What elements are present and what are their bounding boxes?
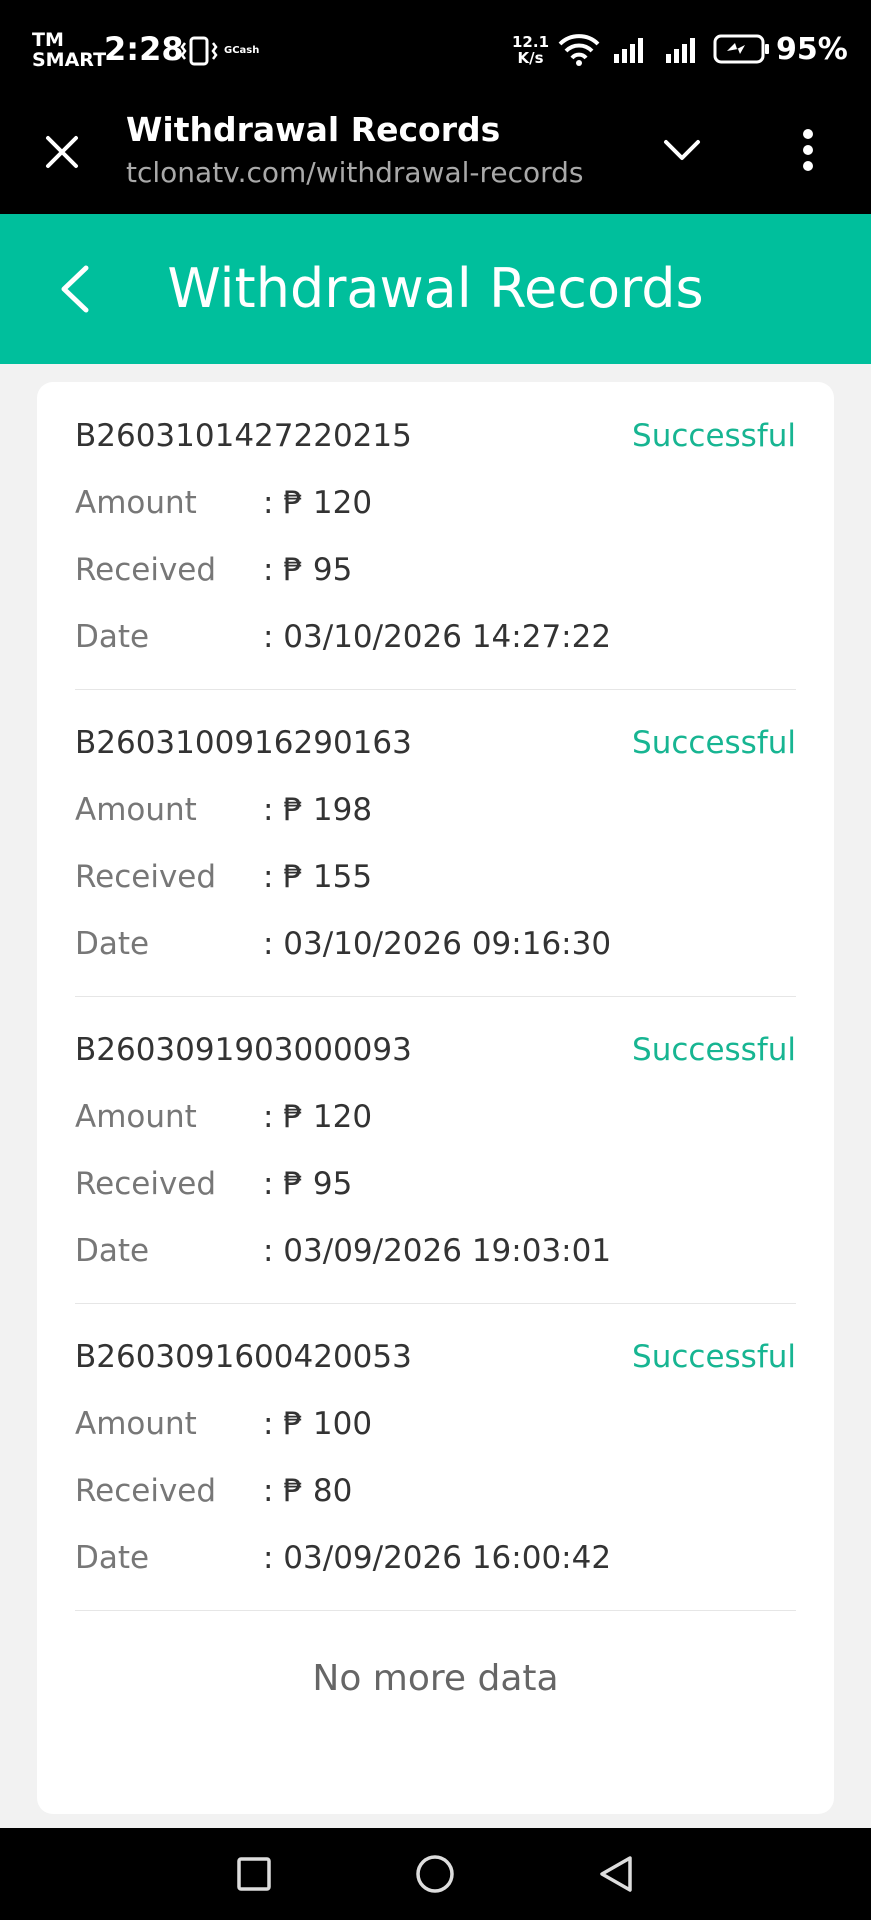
received-label: Received xyxy=(75,1166,217,1202)
chevron-down-icon[interactable] xyxy=(662,136,702,164)
record-id: B2603091903000093 xyxy=(75,1032,412,1068)
record-item: B2603100916290163 Successful Amount : ₱ … xyxy=(75,689,796,997)
close-icon[interactable] xyxy=(44,134,80,170)
amount-value: : ₱ 120 xyxy=(263,1099,373,1135)
record-status: Successful xyxy=(632,1339,796,1375)
carrier-line-1: TM xyxy=(32,29,64,51)
record-item: B2603091600420053 Successful Amount : ₱ … xyxy=(75,1303,796,1611)
square-icon[interactable] xyxy=(236,1856,272,1892)
received-label: Received xyxy=(75,859,217,895)
date-value: : 03/10/2026 09:16:30 xyxy=(263,926,612,962)
date-label: Date xyxy=(75,926,150,962)
date-label: Date xyxy=(75,619,150,655)
network-speed: 12.1 K/s xyxy=(512,34,549,66)
status-bar: TM SMART 2:28 GCash 12.1 K/s 95% xyxy=(0,0,871,100)
status-time: 2:28 xyxy=(104,30,184,68)
page-title: Withdrawal Records xyxy=(167,257,704,320)
record-status: Successful xyxy=(632,418,796,454)
record-status: Successful xyxy=(632,1032,796,1068)
received-value: : ₱ 95 xyxy=(263,552,353,588)
amount-value: : ₱ 120 xyxy=(263,485,373,521)
vibrate-icon xyxy=(180,36,218,66)
signal-icon xyxy=(666,38,695,63)
received-value: : ₱ 95 xyxy=(263,1166,353,1202)
record-item: B2603101427220215 Successful Amount : ₱ … xyxy=(75,382,796,690)
system-nav-bar xyxy=(0,1828,871,1920)
battery-level: 95% xyxy=(776,32,848,67)
date-value: : 03/10/2026 14:27:22 xyxy=(263,619,612,655)
amount-label: Amount xyxy=(75,792,197,828)
amount-value: : ₱ 100 xyxy=(263,1406,373,1442)
record-status: Successful xyxy=(632,725,796,761)
amount-label: Amount xyxy=(75,485,197,521)
wifi-icon xyxy=(558,34,600,66)
received-label: Received xyxy=(75,552,217,588)
received-value: : ₱ 80 xyxy=(263,1473,353,1509)
carrier-label: TM SMART xyxy=(32,30,106,70)
received-label: Received xyxy=(75,1473,217,1509)
no-more-data-text: No more data xyxy=(312,1658,559,1699)
records-card: B2603101427220215 Successful Amount : ₱ … xyxy=(37,382,834,1814)
received-value: : ₱ 155 xyxy=(263,859,373,895)
carrier-line-2: SMART xyxy=(32,49,107,71)
record-id: B2603091600420053 xyxy=(75,1339,412,1375)
battery-charging-icon xyxy=(713,34,769,64)
browser-url[interactable]: tclonatv.com/withdrawal-records xyxy=(126,156,584,189)
network-speed-unit: K/s xyxy=(517,49,544,67)
gcash-notification: GCash xyxy=(224,45,260,56)
app-header: Withdrawal Records xyxy=(0,214,871,364)
date-label: Date xyxy=(75,1540,150,1576)
signal-icon xyxy=(614,38,643,63)
amount-label: Amount xyxy=(75,1406,197,1442)
amount-label: Amount xyxy=(75,1099,197,1135)
record-id: B2603100916290163 xyxy=(75,725,412,761)
triangle-back-icon[interactable] xyxy=(598,1854,634,1894)
browser-toolbar: Withdrawal Records tclonatv.com/withdraw… xyxy=(0,100,871,214)
date-value: : 03/09/2026 19:03:01 xyxy=(263,1233,612,1269)
record-id: B2603101427220215 xyxy=(75,418,412,454)
date-value: : 03/09/2026 16:00:42 xyxy=(263,1540,612,1576)
more-vertical-icon[interactable] xyxy=(796,128,820,172)
network-speed-value: 12.1 xyxy=(512,33,550,51)
browser-page-title: Withdrawal Records xyxy=(126,110,501,149)
amount-value: : ₱ 198 xyxy=(263,792,373,828)
circle-icon[interactable] xyxy=(415,1854,455,1894)
date-label: Date xyxy=(75,1233,150,1269)
record-item: B2603091903000093 Successful Amount : ₱ … xyxy=(75,996,796,1304)
